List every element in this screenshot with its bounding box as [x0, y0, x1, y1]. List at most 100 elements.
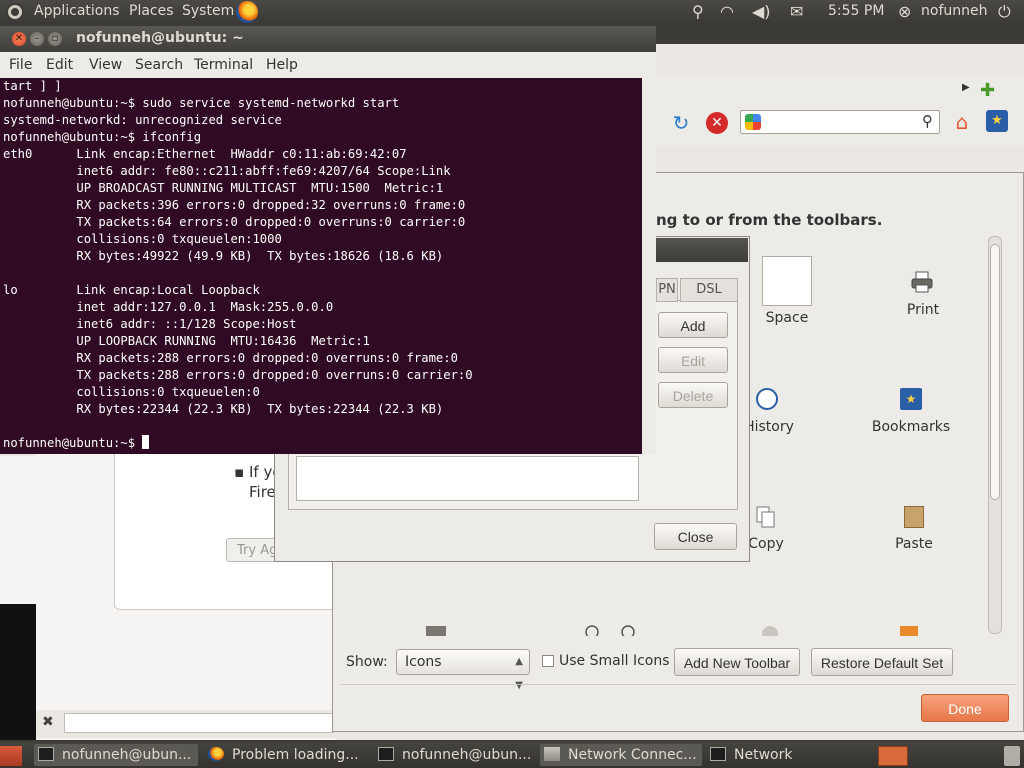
- space-icon[interactable]: [762, 256, 812, 306]
- menu-places[interactable]: Places: [129, 3, 174, 19]
- search-icon[interactable]: ⚲: [922, 112, 933, 130]
- find-input[interactable]: [64, 713, 334, 733]
- delete-button[interactable]: Delete: [658, 382, 728, 408]
- top-panel: Applications Places System ⚲ ◠ ◀) ✉ 5:55…: [0, 0, 1024, 24]
- search-input[interactable]: ⚲: [740, 110, 940, 134]
- taskbar-item-network[interactable]: Network: [706, 744, 866, 766]
- taskbar-item-terminal-2[interactable]: nofunneh@ubun...: [374, 744, 534, 766]
- workspace-switcher[interactable]: [878, 746, 908, 766]
- terminal-line: lo Link encap:Local Loopback: [3, 283, 260, 297]
- menu-view[interactable]: View: [89, 57, 122, 73]
- small-icons-checkbox[interactable]: [542, 655, 554, 667]
- error-bullet: ▪: [234, 463, 245, 481]
- show-desktop-icon[interactable]: [0, 746, 22, 766]
- reload-icon[interactable]: ↻: [670, 112, 692, 134]
- taskbar-item-label: Problem loading...: [232, 747, 359, 763]
- user-status-icon[interactable]: ⊗: [898, 2, 911, 21]
- accessibility-icon[interactable]: ⚲: [692, 2, 704, 21]
- maximize-icon[interactable]: ▫: [48, 32, 62, 46]
- terminal-line: RX bytes:49922 (49.9 KB) TX bytes:18626 …: [3, 249, 444, 263]
- ubuntu-logo-icon[interactable]: [6, 3, 24, 21]
- menu-help[interactable]: Help: [266, 57, 298, 73]
- terminal-icon: [378, 747, 394, 761]
- copy-icon[interactable]: [756, 506, 776, 528]
- connections-list[interactable]: [296, 456, 639, 501]
- show-select-value: Icons: [405, 654, 442, 670]
- home-icon[interactable]: ⌂: [950, 110, 974, 134]
- minimize-icon[interactable]: –: [30, 32, 44, 46]
- terminal-line: RX packets:396 errors:0 dropped:32 overr…: [3, 198, 466, 212]
- tab-scroll-right-icon[interactable]: ▶: [962, 82, 970, 93]
- add-button[interactable]: Add: [658, 312, 728, 338]
- clock[interactable]: 5:55 PM: [828, 3, 884, 19]
- menu-terminal[interactable]: Terminal: [194, 57, 253, 73]
- user-name[interactable]: nofunneh: [921, 3, 987, 19]
- find-bar-close-icon[interactable]: ✖: [42, 714, 54, 730]
- taskbar-item-firefox[interactable]: Problem loading...: [204, 744, 370, 766]
- tab-dsl[interactable]: DSL: [680, 278, 738, 302]
- terminal-line: RX packets:288 errors:0 dropped:0 overru…: [3, 351, 458, 365]
- error-text-line2: Fire: [249, 483, 276, 501]
- bookmarks-label: Bookmarks: [871, 419, 951, 435]
- terminal-line: inet6 addr: ::1/128 Scope:Host: [3, 317, 297, 331]
- terminal-line: tart ] ]: [3, 79, 62, 93]
- terminal-line: nofunneh@ubuntu:~$ sudo service systemd-…: [3, 96, 400, 110]
- close-icon[interactable]: ✕: [12, 32, 26, 46]
- taskbar-item-label: nofunneh@ubun...: [402, 747, 532, 763]
- terminal-line: systemd-networkd: unrecognized service: [3, 113, 282, 127]
- volume-icon[interactable]: ◀): [752, 2, 771, 21]
- taskbar-item-terminal-1[interactable]: nofunneh@ubun...: [34, 744, 198, 766]
- menu-applications[interactable]: Applications: [34, 3, 120, 19]
- menu-file[interactable]: File: [9, 57, 32, 73]
- mail-icon[interactable]: ✉: [790, 2, 803, 21]
- close-button[interactable]: Close: [654, 523, 737, 550]
- add-new-toolbar-button[interactable]: Add New Toolbar: [674, 648, 800, 676]
- print-icon[interactable]: [910, 270, 934, 294]
- search-engine-icon[interactable]: [745, 114, 761, 130]
- firefox-icon: [208, 747, 224, 761]
- terminal-line: UP BROADCAST RUNNING MULTICAST MTU:1500 …: [3, 181, 444, 195]
- edit-button[interactable]: Edit: [658, 347, 728, 373]
- taskbar-item-network-connections[interactable]: Network Connec...: [540, 744, 702, 766]
- terminal-icon: [38, 747, 54, 761]
- stop-icon[interactable]: ✕: [706, 112, 728, 134]
- small-icons-label[interactable]: Use Small Icons: [559, 653, 670, 669]
- menu-system[interactable]: System: [182, 3, 234, 19]
- taskbar-item-label: Network: [734, 747, 793, 763]
- tab-vpn[interactable]: PN: [656, 278, 678, 302]
- bookmarks-icon[interactable]: ★: [900, 388, 922, 410]
- show-select[interactable]: Icons ▲ ▼: [396, 649, 530, 691]
- terminal-line: UP LOOPBACK RUNNING MTU:16436 Metric:1: [3, 334, 370, 348]
- firefox-launcher-icon[interactable]: [236, 1, 258, 23]
- history-icon[interactable]: [756, 388, 778, 410]
- terminal-line: RX bytes:22344 (22.3 KB) TX bytes:22344 …: [3, 402, 444, 416]
- customize-description: ng to or from the toolbars.: [656, 211, 883, 229]
- terminal-line: TX packets:288 errors:0 dropped:0 overru…: [3, 368, 473, 382]
- show-label: Show:: [346, 654, 388, 670]
- customize-scrollbar-thumb[interactable]: [990, 244, 1000, 500]
- taskbar-item-label: nofunneh@ubun...: [62, 747, 192, 763]
- terminal-line: nofunneh@ubuntu:~$ ifconfig: [3, 130, 202, 144]
- menu-search[interactable]: Search: [135, 57, 183, 73]
- new-tab-icon[interactable]: ✚: [980, 80, 995, 101]
- bookmarks-toolbar-icon[interactable]: ★: [986, 110, 1008, 132]
- done-button[interactable]: Done: [921, 694, 1009, 722]
- terminal-title: nofunneh@ubuntu: ~: [76, 30, 244, 46]
- select-arrows-icon: ▲ ▼: [515, 656, 523, 691]
- terminal-line: TX packets:64 errors:0 dropped:0 overrun…: [3, 215, 466, 229]
- customize-separator: [340, 684, 1016, 685]
- terminal-line: collisions:0 txqueuelen:0: [3, 385, 260, 399]
- wifi-icon[interactable]: ◠: [720, 2, 734, 21]
- terminal-line: eth0 Link encap:Ethernet HWaddr c0:11:ab…: [3, 147, 407, 161]
- menu-edit[interactable]: Edit: [46, 57, 73, 73]
- print-label: Print: [906, 302, 940, 318]
- taskbar-item-label: Network Connec...: [568, 747, 697, 763]
- trash-icon[interactable]: [1004, 746, 1020, 766]
- restore-default-set-button[interactable]: Restore Default Set: [811, 648, 953, 676]
- terminal-line: inet6 addr: fe80::c211:abff:fe69:4207/64…: [3, 164, 451, 178]
- terminal-scrollbar[interactable]: [642, 78, 656, 454]
- terminal-icon: [710, 747, 726, 761]
- power-icon[interactable]: ⏻: [998, 2, 1011, 22]
- paste-icon[interactable]: [904, 506, 924, 528]
- terminal-prompt-line[interactable]: nofunneh@ubuntu:~$: [3, 435, 150, 452]
